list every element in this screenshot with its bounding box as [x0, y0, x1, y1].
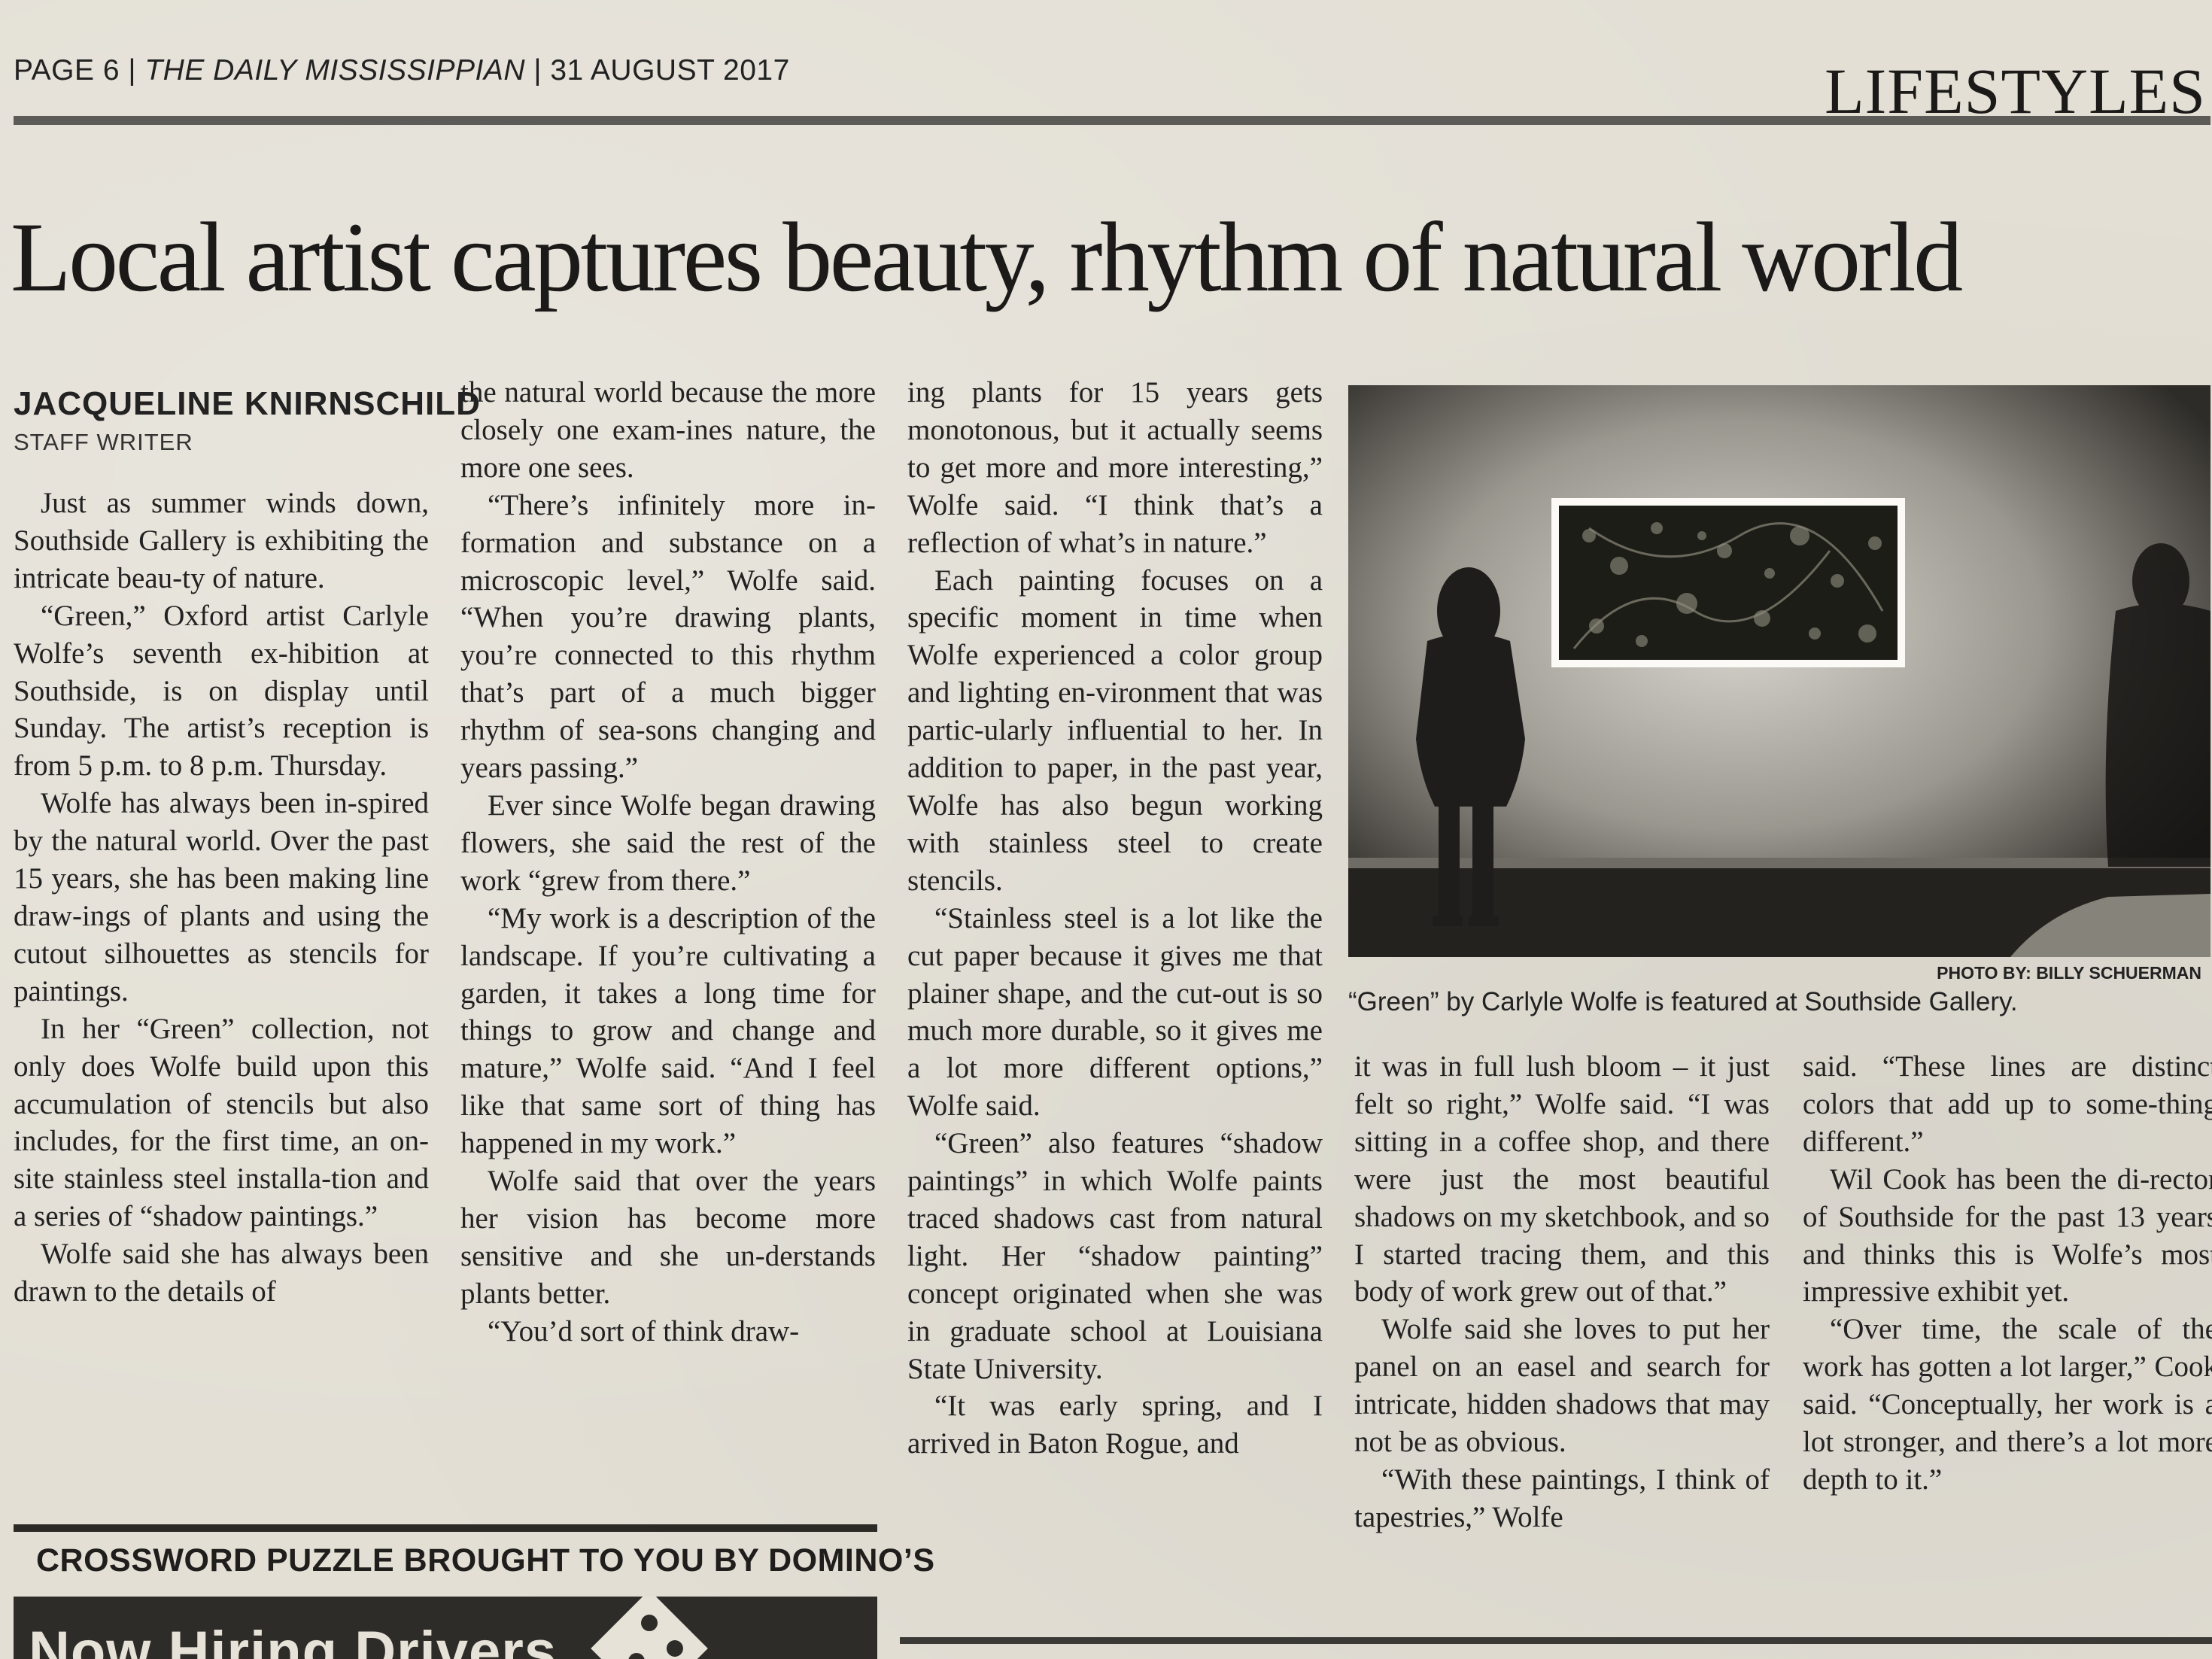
paragraph: “You’d sort of think draw- — [488, 1314, 800, 1348]
paragraph: “With these paintings, I think of tapest… — [1354, 1463, 1770, 1533]
paragraph: “Green” also features “shadow paintings”… — [907, 1127, 1323, 1385]
ad-headline: Now Hiring Drivers — [29, 1620, 558, 1659]
photo-caption: “Green” by Carlyle Wolfe is featured at … — [1348, 987, 2018, 1016]
paragraph: “Stainless steel is a lot like the cut p… — [907, 901, 1323, 1123]
paragraph: Wolfe said she loves to put her panel on… — [1354, 1313, 1770, 1459]
article-column-4: it was in full lush bloom – it just felt… — [1354, 1048, 1770, 1536]
photo-credit: PHOTO BY: BILLY SCHUERMAN — [1937, 963, 2201, 983]
paragraph: Each painting focuses on a specific mome… — [907, 564, 1323, 897]
paragraph: “Green,” Oxford artist Carlyle Wolfe’s s… — [14, 599, 429, 782]
paragraph: said. “These lines are distinct colors t… — [1803, 1050, 2212, 1158]
bottom-rule — [900, 1637, 2212, 1644]
article-column-2: the natural world because the more close… — [460, 374, 876, 1351]
paragraph: In her “Green” collection, not only does… — [14, 1012, 429, 1233]
publication-date: 31 AUGUST 2017 — [550, 54, 790, 87]
article-column-1: Just as summer winds down, Southside Gal… — [14, 485, 429, 1311]
crossword-title: CROSSWORD PUZZLE BROUGHT TO YOU BY DOMIN… — [36, 1542, 935, 1578]
article-column-3: ing plants for 15 years gets monotonous,… — [907, 374, 1323, 1463]
header-rule — [14, 116, 2210, 125]
dominos-ad: Now Hiring Drivers — [14, 1597, 877, 1659]
paragraph: “It was early spring, and I arrived in B… — [907, 1390, 1323, 1460]
domino-logo-icon — [591, 1597, 708, 1659]
byline-author: JACQUELINE KNIRNSCHILD — [14, 385, 481, 422]
page-number: PAGE 6 — [14, 54, 120, 87]
headline: Local artist captures beauty, rhythm of … — [11, 202, 1963, 312]
publication-name: THE DAILY MISSISSIPPIAN — [144, 54, 526, 87]
paragraph: it was in full lush bloom – it just felt… — [1354, 1050, 1770, 1308]
crossword-rule — [14, 1524, 877, 1532]
paragraph: “Over time, the scale of the work has go… — [1803, 1313, 2212, 1496]
paragraph: ing plants for 15 years gets monotonous,… — [907, 376, 1323, 559]
article-column-5: said. “These lines are distinct colors t… — [1803, 1048, 2212, 1499]
paragraph: the natural world because the more close… — [460, 376, 876, 484]
paragraph: Ever since Wolfe began drawing flowers, … — [460, 788, 876, 897]
photo-illustration — [1348, 385, 2210, 957]
page-folio: PAGE 6 | THE DAILY MISSISSIPPIAN | 31 AU… — [14, 54, 790, 87]
paragraph: “My work is a description of the landsca… — [460, 901, 876, 1160]
paragraph: “There’s infinitely more in-formation an… — [460, 488, 876, 785]
paragraph: Wil Cook has been the di-rector of South… — [1803, 1162, 2212, 1308]
paragraph: Wolfe has always been in-spired by the n… — [14, 787, 429, 1007]
paragraph: Wolfe said that over the years her visio… — [460, 1165, 876, 1310]
paragraph: Just as summer winds down, Southside Gal… — [14, 487, 429, 594]
paragraph: Wolfe said she has always been drawn to … — [14, 1238, 429, 1308]
byline-role: STAFF WRITER — [14, 429, 193, 455]
gallery-photo — [1348, 385, 2210, 957]
section-title: LIFESTYLES — [1825, 55, 2206, 127]
newspaper-page: PAGE 6 | THE DAILY MISSISSIPPIAN | 31 AU… — [0, 0, 2212, 1659]
